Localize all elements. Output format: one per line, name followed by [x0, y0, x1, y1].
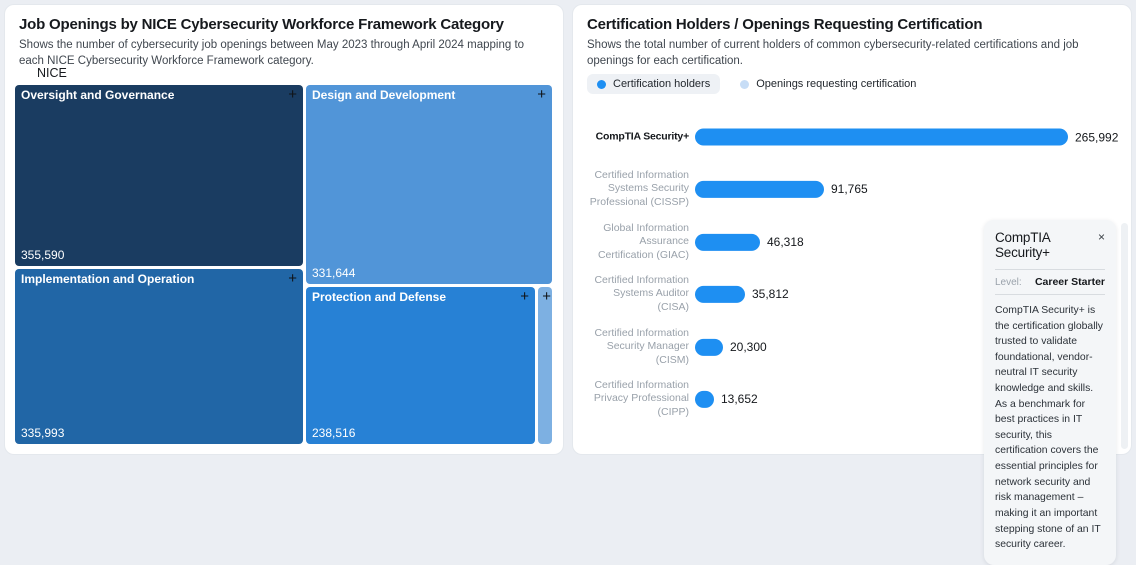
plus-icon[interactable]: +: [288, 86, 297, 104]
close-icon[interactable]: ×: [1098, 230, 1105, 246]
treemap-tile-implementation-and-operation[interactable]: Implementation and Operation + 335,993: [15, 269, 303, 444]
bar-category-label: Certified Information Privacy Profession…: [587, 379, 689, 419]
bar-category-label: Global Information Assurance Certificati…: [587, 222, 689, 262]
plus-icon[interactable]: +: [542, 288, 551, 306]
legend-dot-icon: [597, 80, 606, 89]
tile-value: 335,993: [21, 426, 64, 440]
level-value: Career Starter: [1035, 276, 1105, 288]
treemap-panel: Job Openings by NICE Cybersecurity Workf…: [4, 4, 564, 455]
page-title: Certification Holders / Openings Request…: [587, 16, 1117, 33]
bar-value: 13,652: [721, 392, 758, 406]
bar-cipp[interactable]: [695, 391, 714, 408]
bar-value: 91,765: [831, 182, 868, 196]
bar-giac[interactable]: [695, 234, 760, 251]
bar-value: 265,992: [1075, 130, 1118, 144]
bar-category-label: Certified Information Systems Security P…: [587, 169, 689, 209]
bar-row: Certified Information Systems Security P…: [587, 169, 1121, 209]
panel-subtitle: Shows the total number of current holder…: [587, 38, 1115, 69]
plus-icon[interactable]: +: [520, 288, 529, 306]
bar-value: 46,318: [767, 235, 804, 249]
bar-cisa[interactable]: [695, 286, 745, 303]
treemap: Oversight and Governance + 355,590 Desig…: [15, 85, 552, 444]
bar-category-label: Certified Information Systems Auditor (C…: [587, 274, 689, 314]
plus-icon[interactable]: +: [288, 270, 297, 288]
treemap-tile-design-and-development[interactable]: Design and Development + 331,644: [306, 85, 552, 284]
tooltip-title: CompTIA Security+: [995, 230, 1098, 260]
certifications-panel: Certification Holders / Openings Request…: [572, 4, 1132, 455]
scrollbar[interactable]: [1121, 223, 1128, 449]
bar-value: 20,300: [730, 340, 767, 354]
tile-label: Oversight and Governance: [21, 88, 283, 102]
panel-subtitle: Shows the number of cybersecurity job op…: [19, 38, 547, 69]
tile-value: 331,644: [312, 266, 355, 280]
page-title: Job Openings by NICE Cybersecurity Workf…: [19, 16, 549, 33]
tile-value: 355,590: [21, 248, 64, 262]
bar-cism[interactable]: [695, 339, 723, 356]
legend-label: Certification holders: [613, 78, 710, 90]
tile-label: Implementation and Operation: [21, 272, 283, 286]
treemap-tile-oversight-and-governance[interactable]: Oversight and Governance + 355,590: [15, 85, 303, 266]
tooltip-body: CompTIA Security+ is the certification g…: [995, 303, 1105, 553]
certification-tooltip: CompTIA Security+ × Level: Career Starte…: [984, 220, 1116, 565]
bar-category-label: CompTIA Security+: [587, 130, 689, 143]
bar-cissp[interactable]: [695, 181, 824, 198]
legend-item-certification-holders[interactable]: Certification holders: [587, 74, 720, 94]
treemap-tile-protection-and-defense[interactable]: Protection and Defense + 238,516: [306, 287, 535, 444]
legend-dot-icon: [740, 80, 749, 89]
breadcrumb[interactable]: NICE: [37, 66, 67, 80]
tile-label: Design and Development: [312, 88, 532, 102]
tile-value: 238,516: [312, 426, 355, 440]
level-label: Level:: [995, 277, 1022, 288]
treemap-tile-small[interactable]: +: [538, 287, 552, 444]
tooltip-level-row: Level: Career Starter: [995, 269, 1105, 295]
bar-comptia-security-plus[interactable]: [695, 129, 1068, 146]
legend-label: Openings requesting certification: [756, 78, 916, 90]
plus-icon[interactable]: +: [537, 86, 546, 104]
bar-category-label: Certified Information Security Manager (…: [587, 327, 689, 367]
legend: Certification holders Openings requestin…: [587, 74, 916, 94]
bar-value: 35,812: [752, 287, 789, 301]
bar-row: CompTIA Security+ 265,992: [587, 129, 1121, 146]
tile-label: Protection and Defense: [312, 290, 515, 304]
legend-item-openings-requesting[interactable]: Openings requesting certification: [740, 78, 916, 90]
